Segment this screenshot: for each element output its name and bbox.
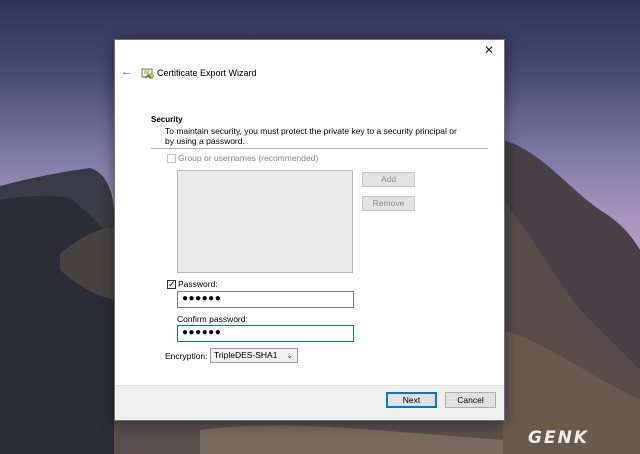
- chevron-down-icon: ⌄: [286, 351, 293, 360]
- group-usernames-label: Group or usernames (recommended): [178, 153, 319, 163]
- add-button[interactable]: Add: [362, 172, 415, 187]
- divider: [151, 148, 488, 149]
- encryption-select[interactable]: TripleDES-SHA1 ⌄: [210, 348, 298, 363]
- encryption-label: Encryption:: [165, 351, 208, 361]
- section-heading: Security: [151, 115, 183, 124]
- certificate-icon: [141, 68, 154, 79]
- back-arrow-icon[interactable]: ←: [121, 66, 132, 78]
- password-checkbox[interactable]: [167, 278, 176, 290]
- confirm-password-label: Confirm password:: [177, 314, 248, 324]
- wizard-title: Certificate Export Wizard: [157, 68, 257, 78]
- group-usernames-checkbox[interactable]: [167, 154, 176, 163]
- dialog-footer: Next Cancel: [115, 385, 504, 420]
- certificate-export-wizard-dialog: ✕ ← Certificate Export Wizard Security T…: [114, 39, 505, 421]
- remove-button[interactable]: Remove: [362, 196, 415, 211]
- cancel-button[interactable]: Cancel: [445, 392, 496, 408]
- confirm-password-field[interactable]: ●●●●●●: [177, 325, 354, 342]
- encryption-value: TripleDES-SHA1: [214, 350, 278, 360]
- password-label: Password:: [178, 279, 218, 289]
- password-field[interactable]: ●●●●●●: [177, 291, 354, 308]
- section-description: To maintain security, you must protect t…: [165, 126, 457, 146]
- group-usernames-list[interactable]: [177, 170, 353, 273]
- genk-watermark: GENK: [528, 428, 589, 448]
- next-button[interactable]: Next: [386, 392, 437, 408]
- close-icon[interactable]: ✕: [482, 43, 496, 57]
